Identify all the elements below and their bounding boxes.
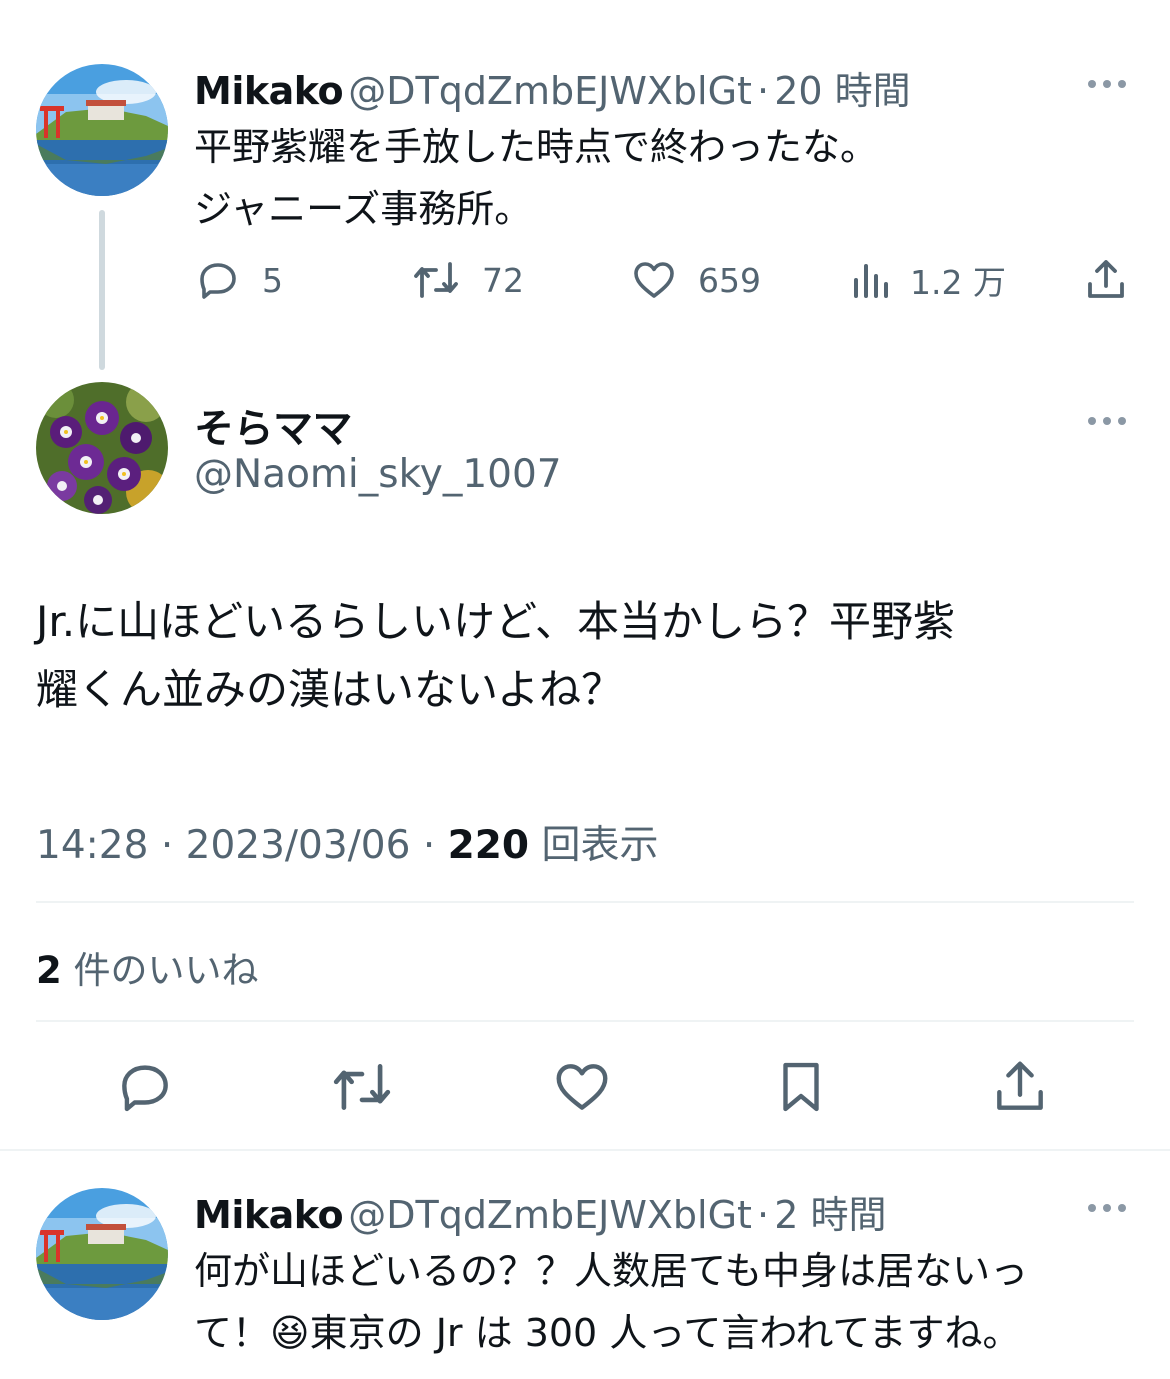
heart-icon — [556, 1064, 608, 1110]
view-label: 回表示 — [541, 823, 659, 868]
tweet-line: ジャニーズ事務所。 — [194, 187, 533, 231]
tweet-line: て！😆東京の Jr は 300 人って言われてますね。 — [194, 1302, 1028, 1364]
timestamp[interactable]: 2 時間 — [774, 1193, 886, 1237]
thread-connector-line — [99, 210, 105, 370]
tweet-header: Mikako @DTqdZmbEJWXblGt · 2 時間 — [194, 1184, 887, 1239]
divider — [36, 1020, 1134, 1022]
tweet-line: 何が山ほどいるの？？人数居ても中身は居ないっ — [194, 1249, 1029, 1293]
retweet-button[interactable] — [328, 1056, 396, 1122]
tweet-text: 平野紫耀を手放した時点で終わったな。 ジャニーズ事務所。 — [194, 116, 878, 240]
reply-icon — [122, 1065, 168, 1112]
tweet-text: 何が山ほどいるの？？人数居ても中身は居ないっ て！😆東京の Jr は 300 人… — [194, 1240, 1028, 1364]
divider — [0, 1149, 1170, 1151]
views-action[interactable]: 1.2 万 — [850, 256, 1006, 304]
tweet-meta: 14:28 · 2023/03/06 · 220 回表示 — [36, 814, 658, 870]
reply-action[interactable]: 5 — [194, 256, 283, 304]
heart-icon — [634, 262, 674, 298]
avatar-mikako-reply[interactable] — [36, 1188, 168, 1320]
separator-dot: · — [160, 823, 174, 868]
retweet-action[interactable]: 72 — [410, 256, 524, 304]
tweet-line: 平野紫耀を手放した時点で終わったな。 — [194, 125, 879, 169]
reply-icon — [200, 263, 236, 299]
retweet-icon — [333, 1064, 391, 1110]
grinning-squinting-emoji: 😆 — [270, 1311, 310, 1355]
user-handle[interactable]: @DTqdZmbEJWXblGt — [348, 69, 752, 113]
tweet-header: Mikako @DTqdZmbEJWXblGt · 20 時間 — [194, 60, 911, 115]
avatar-soramama[interactable] — [36, 382, 168, 514]
like-count: 659 — [698, 260, 761, 300]
like-button[interactable] — [551, 1056, 613, 1122]
likes-count: 2 — [36, 949, 62, 992]
more-icon[interactable] — [1088, 417, 1126, 425]
tweet-time[interactable]: 14:28 — [36, 823, 148, 868]
display-name[interactable]: Mikako — [194, 1193, 344, 1237]
avatar-mikako-top[interactable] — [36, 64, 168, 196]
user-handle[interactable]: @DTqdZmbEJWXblGt — [348, 1193, 752, 1237]
reply-button[interactable] — [114, 1056, 176, 1122]
tweet-date[interactable]: 2023/03/06 — [186, 823, 411, 868]
likes-summary[interactable]: 2 件のいいね — [36, 940, 259, 994]
share-icon — [997, 1061, 1043, 1110]
display-name[interactable]: Mikako — [194, 69, 344, 113]
share-button[interactable] — [989, 1056, 1051, 1122]
views-count: 1.2 万 — [910, 263, 1006, 302]
timestamp[interactable]: 20 時間 — [774, 69, 910, 113]
share-icon — [1088, 260, 1124, 298]
divider — [36, 901, 1134, 903]
tweet-line: Jr.に山ほどいるらしいけど、本当かしら？平野紫 — [36, 597, 956, 646]
like-action[interactable]: 659 — [630, 256, 761, 304]
views-icon — [854, 264, 888, 298]
more-icon[interactable] — [1088, 80, 1126, 88]
retweet-icon — [414, 262, 458, 298]
view-count: 220 — [447, 823, 530, 868]
separator-dot: · — [757, 1193, 770, 1237]
user-handle[interactable]: @Naomi_sky_1007 — [194, 452, 562, 497]
tweet-text-segment: 東京の Jr は 300 人って言われてますね。 — [309, 1311, 1021, 1355]
retweet-count: 72 — [482, 260, 524, 300]
display-name[interactable]: そらママ — [194, 396, 353, 454]
reply-count: 5 — [262, 260, 283, 300]
tweet-line: 耀くん並みの漢はいないよね？ — [36, 665, 624, 714]
main-tweet-text: Jr.に山ほどいるらしいけど、本当かしら？平野紫 耀くん並みの漢はいないよね？ — [36, 588, 955, 724]
bookmark-icon — [783, 1062, 819, 1112]
share-button[interactable] — [1082, 256, 1130, 308]
likes-label: 件のいいね — [73, 949, 259, 992]
separator-dot: · — [422, 823, 436, 868]
tweet-text-segment: て！ — [194, 1311, 271, 1355]
separator-dot: · — [757, 69, 770, 113]
bookmark-button[interactable] — [770, 1056, 832, 1122]
more-icon[interactable] — [1088, 1204, 1126, 1212]
